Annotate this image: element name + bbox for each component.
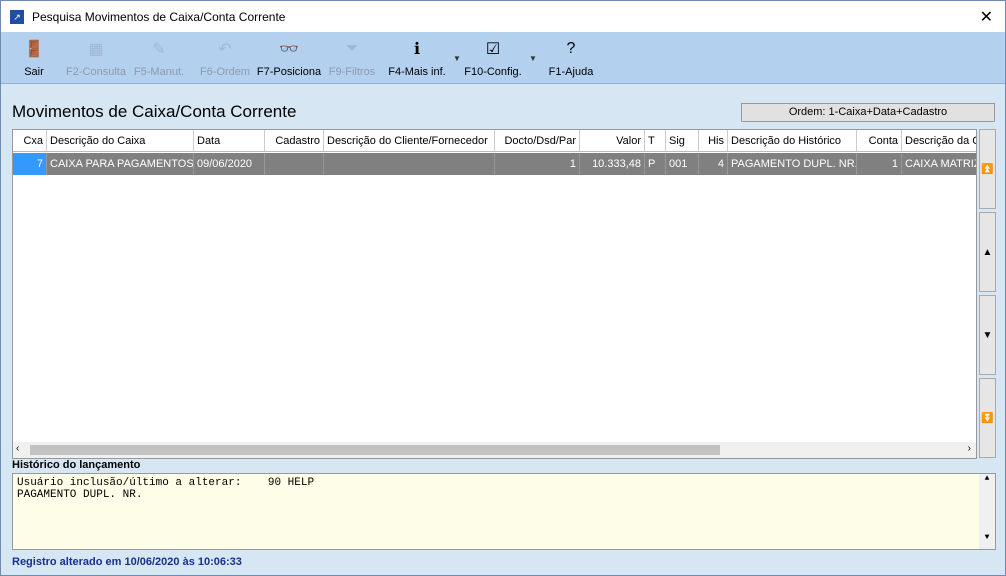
table-cell: 1 — [495, 153, 580, 175]
column-header[interactable]: Conta — [857, 130, 902, 151]
funnel-icon: ⏷ — [345, 40, 359, 57]
double-down-icon: ⏬ — [981, 412, 994, 424]
undo-arrow-icon: ↶ — [218, 41, 232, 58]
toolbar-button-f2-consulta[interactable]: ▦ F2-Consulta — [63, 36, 129, 78]
page-title: Movimentos de Caixa/Conta Corrente — [12, 102, 297, 121]
toolbar-label: Sair — [24, 66, 44, 78]
table-row[interactable]: 7 CAIXA PARA PAGAMENTOS 09/06/2020 1 10.333,… — [13, 153, 976, 175]
toolbar-label: F2-Consulta — [66, 66, 126, 78]
f10-dropdown-arrow-icon[interactable]: ▼ — [529, 54, 537, 63]
history-label: Histórico do lançamento — [12, 459, 141, 471]
toolbar-button-f9-filtros[interactable]: ⏷ F9-Filtros — [327, 36, 377, 78]
sort-order-button[interactable]: Ordem: 1-Caixa+Data+Cadastro — [741, 103, 995, 122]
exit-door-icon: 🚪 — [24, 41, 44, 58]
toolbar-button-f1-ajuda[interactable]: ? F1-Ajuda — [543, 36, 599, 78]
checklist-icon: ☑ — [485, 41, 501, 58]
close-button[interactable]: ✕ — [980, 7, 993, 27]
column-header[interactable]: T — [645, 130, 666, 151]
help-icon: ? — [566, 40, 576, 57]
calendar-search-icon: ▦ — [88, 41, 104, 58]
column-header[interactable]: Cadastro — [265, 130, 324, 151]
toolbar-label: F1-Ajuda — [548, 66, 594, 78]
double-up-icon: ⏫ — [981, 163, 994, 175]
toolbar-button-f7-posiciona[interactable]: 👓 F7-Posiciona — [255, 36, 323, 78]
previous-record-button[interactable]: ▲ — [979, 212, 996, 292]
table-cell: CAIXA PARA PAGAMENTOS — [47, 153, 194, 175]
column-header[interactable]: Docto/Dsd/Par — [495, 130, 580, 151]
table-cell — [324, 153, 495, 175]
column-header[interactable]: Descrição do Caixa — [47, 130, 194, 151]
toolbar-button-f6-ordem[interactable]: ↶ F6-Ordem — [197, 36, 253, 78]
table-cell: 001 — [666, 153, 699, 175]
table-cell: 10.333,48 — [580, 153, 645, 175]
toolbar-button-f5-manut[interactable]: ✎ F5-Manut. — [132, 36, 186, 78]
app-logo-icon: ↗ — [10, 9, 24, 24]
toolbar-button-f4-mais-inf[interactable]: ℹ F4-Mais inf. — [385, 36, 449, 78]
table-cell: 7 — [13, 153, 47, 175]
toolbar-button-sair[interactable]: 🚪 Sair — [15, 36, 53, 78]
toolbar-label: F7-Posiciona — [256, 66, 322, 78]
toolbar-label: F5-Manut. — [133, 66, 185, 78]
down-icon: ▼ — [982, 329, 993, 341]
toolbar-label: F9-Filtros — [328, 66, 376, 78]
column-header[interactable]: Descrição da Conta — [902, 130, 976, 151]
column-header[interactable]: Cxa — [13, 130, 47, 151]
last-record-button[interactable]: ⏬ — [979, 378, 996, 458]
column-header[interactable]: Descrição do Cliente/Fornecedor — [324, 130, 495, 151]
f4-dropdown-arrow-icon[interactable]: ▼ — [453, 54, 461, 63]
table-cell: 1 — [857, 153, 902, 175]
column-header[interactable]: Sig — [666, 130, 699, 151]
horizontal-scrollbar[interactable]: ‹ › — [13, 442, 976, 458]
grid-header: Cxa Descrição do Caixa Data Cadastro Descriç… — [13, 130, 976, 152]
history-text: Usuário inclusão/último a alterar: 90 HE… — [17, 477, 315, 501]
history-memo[interactable]: Usuário inclusão/último a alterar: 90 HE… — [12, 473, 996, 550]
column-header[interactable]: Valor — [580, 130, 645, 151]
title-bar: ↗ Pesquisa Movimentos de Caixa/Conta Cor… — [1, 1, 1005, 32]
up-icon: ▲ — [982, 246, 993, 258]
info-icon: ℹ — [413, 41, 421, 58]
memo-scrollbar[interactable]: ▲ ▼ — [979, 474, 995, 549]
table-cell: 09/06/2020 — [194, 153, 265, 175]
column-header[interactable]: Descrição do Histórico — [728, 130, 857, 151]
edit-pencil-icon: ✎ — [152, 41, 166, 58]
toolbar-label: F4-Mais inf. — [388, 66, 446, 78]
next-record-button[interactable]: ▼ — [979, 295, 996, 375]
toolbar-label: F10-Config. — [464, 66, 522, 78]
first-record-button[interactable]: ⏫ — [979, 129, 996, 209]
status-text: Registro alterado em 10/06/2020 às 10:06… — [12, 556, 242, 568]
table-cell — [265, 153, 324, 175]
table-cell: 4 — [699, 153, 728, 175]
table-cell: PAGAMENTO DUPL. NR. — [728, 153, 857, 175]
toolbar-button-f10-config[interactable]: ☑ F10-Config. — [461, 36, 525, 78]
toolbar: 🚪 Sair ▦ F2-Consulta ✎ F5-Manut. ↶ F6-Ordem 👓 F7-… — [1, 32, 1005, 84]
column-header[interactable]: Data — [194, 130, 265, 151]
table-cell: CAIXA MATRIZ — [902, 153, 976, 175]
results-grid[interactable]: Cxa Descrição do Caixa Data Cadastro Descriç… — [12, 129, 977, 459]
window-title: Pesquisa Movimentos de Caixa/Conta Corre… — [32, 9, 286, 24]
column-header[interactable]: His — [699, 130, 728, 151]
binoculars-icon: 👓 — [279, 41, 299, 58]
table-cell: P — [645, 153, 666, 175]
toolbar-label: F6-Ordem — [199, 66, 251, 78]
